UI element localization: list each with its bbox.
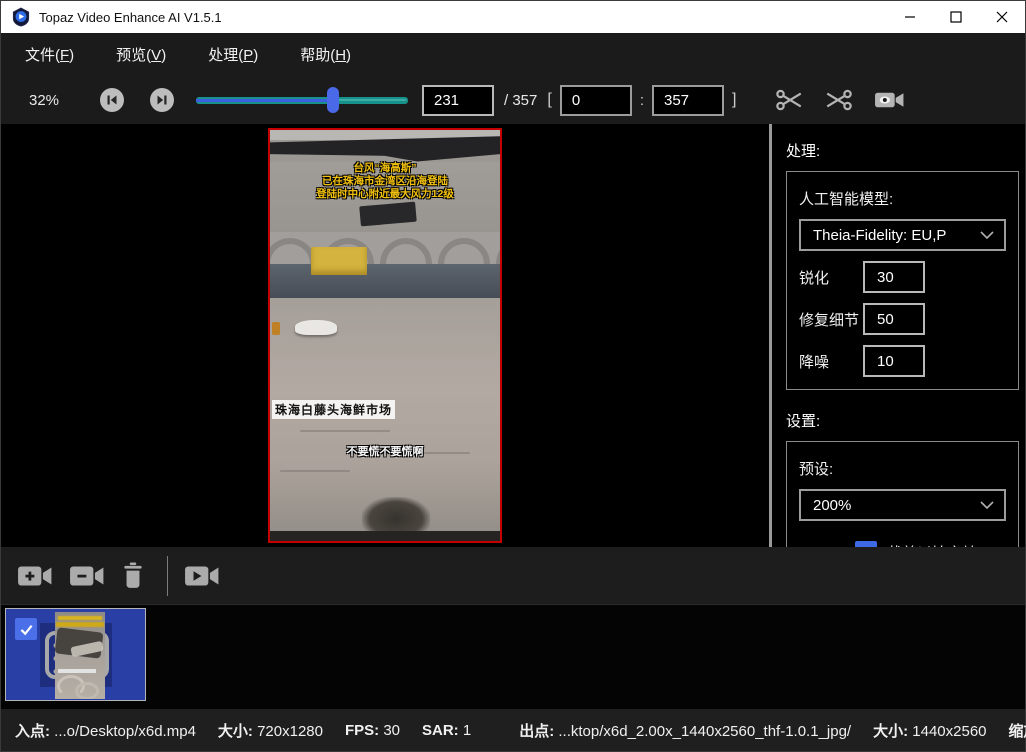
playback-toolbar: 32% / 357 [ : ] <box>1 76 1025 124</box>
delete-button[interactable] <box>121 562 145 590</box>
play-video-icon <box>184 563 220 589</box>
video-overlay-title: 台风“海高斯” 已在珠海市金湾区沿海登陆 登陆时中心附近最大风力12级 <box>270 162 500 201</box>
split-button[interactable] <box>825 88 852 112</box>
video-scene-debris <box>272 322 280 335</box>
maximize-icon <box>950 11 962 23</box>
status-fps: FPS: 30 <box>345 722 400 739</box>
slider-progress <box>196 99 333 102</box>
close-button[interactable] <box>979 1 1025 33</box>
preview-camera-icon <box>874 89 905 111</box>
video-scene-bridge-deck <box>270 264 500 298</box>
range-end-input[interactable] <box>652 85 724 116</box>
skip-to-start-button[interactable] <box>100 88 124 112</box>
status-bar: 入点: ...o/Desktop/x6d.mp4 大小: 720x1280 FP… <box>1 709 1025 751</box>
preset-group: 预设: 200% 裁剪以填充帧 <box>786 441 1019 547</box>
sharpen-label: 锐化 <box>799 267 863 288</box>
slider-track-core <box>333 99 406 101</box>
app-window: Topaz Video Enhance AI V1.5.1 文件(F) 预览(V… <box>0 0 1026 752</box>
video-thumbnail-strip <box>1 604 1025 709</box>
denoise-row: 降噪 <box>799 345 1006 377</box>
preset-label: 预设: <box>799 458 1006 479</box>
window-title: Topaz Video Enhance AI V1.5.1 <box>39 10 222 25</box>
ai-model-label: 人工智能模型: <box>799 188 1006 209</box>
maximize-button[interactable] <box>933 1 979 33</box>
current-frame-input[interactable] <box>422 85 494 116</box>
main-area: 台风“海高斯” 已在珠海市金湾区沿海登陆 登陆时中心附近最大风力12级 珠海白藤… <box>1 124 1025 547</box>
video-caption: 不要慌不要慌啊 <box>270 443 500 459</box>
remove-video-button[interactable] <box>69 563 105 589</box>
ai-model-dropdown[interactable]: Theia-Fidelity: EU,P <box>799 219 1006 251</box>
menu-item-file[interactable]: 文件(F) <box>15 38 84 71</box>
cut-button[interactable] <box>776 88 803 112</box>
video-scene-bottom <box>270 531 500 541</box>
timeline-slider[interactable] <box>196 87 408 113</box>
denoise-label: 降噪 <box>799 351 863 372</box>
menu-item-help[interactable]: 帮助(H) <box>290 38 361 71</box>
remove-video-icon <box>69 563 105 589</box>
menu-item-preview[interactable]: 预览(V) <box>106 38 176 71</box>
zoom-level: 32% <box>29 92 69 109</box>
preset-dropdown[interactable]: 200% <box>799 489 1006 521</box>
title-bar: Topaz Video Enhance AI V1.5.1 <box>1 1 1025 33</box>
video-scene-yellow-sign <box>311 247 367 275</box>
video-list-toolbar <box>1 547 1025 604</box>
video-location-label: 珠海白藤头海鲜市场 <box>272 400 395 419</box>
settings-panel: 处理: 人工智能模型: Theia-Fidelity: EU,P 锐化 修复细节… <box>772 124 1025 547</box>
settings-heading: 设置: <box>786 410 1019 431</box>
video-preview-frame[interactable]: 台风“海高斯” 已在珠海市金湾区沿海登陆 登陆时中心附近最大风力12级 珠海白藤… <box>268 128 502 543</box>
toolbar-divider <box>167 556 168 596</box>
preset-value: 200% <box>813 497 980 514</box>
processing-heading: 处理: <box>786 140 1019 161</box>
restore-detail-label: 修复细节 <box>799 309 863 330</box>
close-icon <box>996 11 1008 23</box>
menu-item-process[interactable]: 处理(P) <box>198 38 268 71</box>
skip-to-end-button[interactable] <box>150 88 174 112</box>
process-video-button[interactable] <box>184 563 220 589</box>
check-icon <box>18 621 35 638</box>
add-video-icon <box>17 563 53 589</box>
status-output-size: 大小: 1440x2560 <box>873 720 986 741</box>
chevron-down-icon <box>980 231 994 239</box>
status-sar: SAR: 1 <box>422 722 471 739</box>
thumbnail-video-image <box>55 612 105 699</box>
ai-model-group: 人工智能模型: Theia-Fidelity: EU,P 锐化 修复细节 降噪 <box>786 171 1019 390</box>
trash-icon <box>121 562 145 590</box>
range-bracket-close: ] <box>732 91 736 109</box>
video-thumbnail-item[interactable] <box>5 608 146 701</box>
video-scene-car <box>295 320 337 335</box>
status-input-size: 大小: 720x1280 <box>218 720 323 741</box>
slider-handle[interactable] <box>327 87 339 113</box>
video-scene-bridge-arches <box>268 232 502 264</box>
status-scale: 缩放: 200% <box>1009 720 1026 741</box>
app-logo-icon <box>11 7 31 27</box>
sharpen-row: 锐化 <box>799 261 1006 293</box>
status-output-path: 出点: ...ktop/x6d_2.00x_1440x2560_thf-1.0.… <box>519 720 851 741</box>
minimize-icon <box>904 11 916 23</box>
add-video-button[interactable] <box>17 563 53 589</box>
skip-to-end-icon <box>156 94 168 106</box>
menu-bar: 文件(F) 预览(V) 处理(P) 帮助(H) <box>1 33 1025 76</box>
range-separator: : <box>640 92 644 109</box>
preview-button[interactable] <box>874 89 905 111</box>
thumbnail-checkbox[interactable] <box>15 618 37 640</box>
ai-model-value: Theia-Fidelity: EU,P <box>813 227 980 244</box>
denoise-input[interactable] <box>863 345 925 377</box>
split-scissors-icon <box>825 88 852 112</box>
status-input-path: 入点: ...o/Desktop/x6d.mp4 <box>15 720 196 741</box>
minimize-button[interactable] <box>887 1 933 33</box>
range-bracket-open: [ <box>547 91 551 109</box>
cut-scissors-icon <box>776 88 803 112</box>
restore-detail-row: 修复细节 <box>799 303 1006 335</box>
chevron-down-icon <box>980 501 994 509</box>
window-controls <box>887 1 1025 33</box>
video-preview-area: 台风“海高斯” 已在珠海市金湾区沿海登陆 登陆时中心附近最大风力12级 珠海白藤… <box>1 124 769 547</box>
skip-to-start-icon <box>106 94 118 106</box>
sharpen-input[interactable] <box>863 261 925 293</box>
total-frames-label: / 357 <box>504 92 537 109</box>
range-start-input[interactable] <box>560 85 632 116</box>
restore-detail-input[interactable] <box>863 303 925 335</box>
